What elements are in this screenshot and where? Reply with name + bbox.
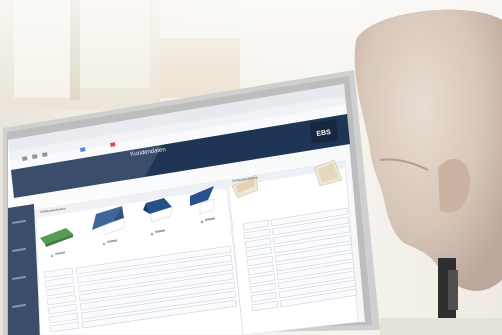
glasses-arm — [448, 270, 458, 310]
desk-edge — [380, 318, 502, 335]
photo-scene — [0, 0, 502, 335]
logo-badge — [310, 119, 338, 144]
